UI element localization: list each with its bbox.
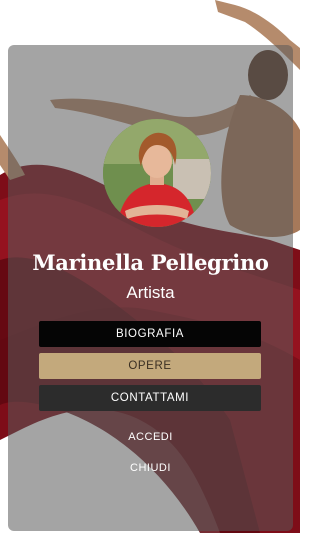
login-link[interactable]: ACCEDI bbox=[8, 431, 293, 443]
works-button[interactable]: OPERE bbox=[39, 353, 261, 379]
close-link[interactable]: CHIUDI bbox=[8, 462, 293, 474]
contact-button[interactable]: CONTATTAMI bbox=[39, 385, 261, 411]
profile-photo bbox=[103, 119, 211, 227]
biography-button[interactable]: BIOGRAFIA bbox=[39, 321, 261, 347]
profile-role: Artista bbox=[126, 283, 175, 302]
profile-name: Marinella Pellegrino bbox=[32, 250, 269, 275]
avatar bbox=[103, 119, 211, 227]
profile-card: Marinella Pellegrino Artista BIOGRAFIA O… bbox=[8, 45, 293, 531]
